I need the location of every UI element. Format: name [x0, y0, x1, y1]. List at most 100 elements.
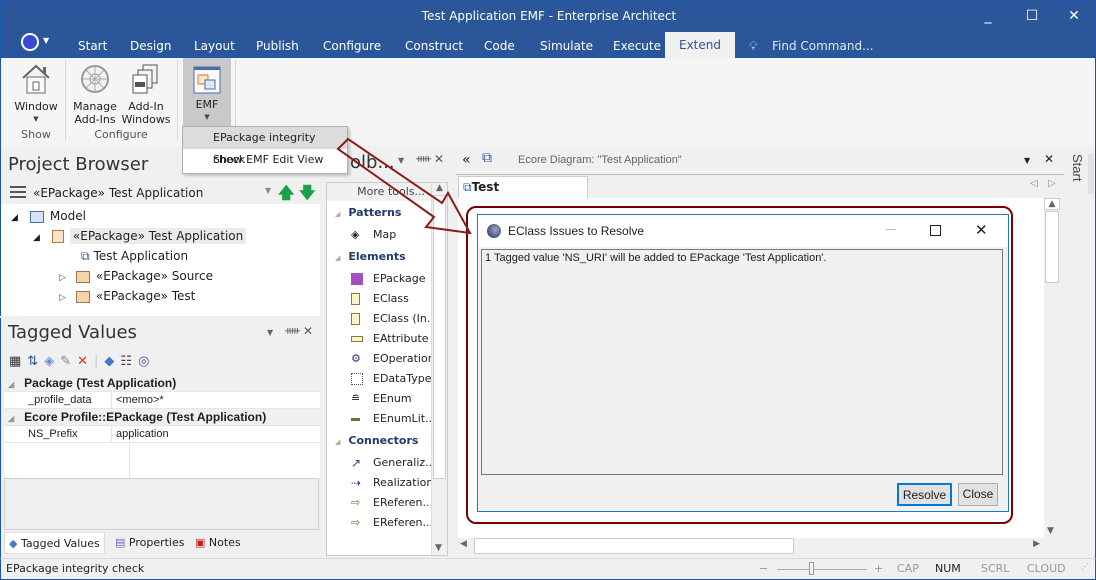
zoom-slider-handle[interactable] — [809, 562, 814, 575]
toolbox-item-eclass-interface[interactable]: EClass (In... — [327, 309, 447, 329]
tab-layout[interactable]: Layout — [194, 35, 235, 59]
zoom-in-icon[interactable]: + — [874, 562, 883, 575]
scroll-right-icon[interactable]: ▶ — [1033, 539, 1040, 549]
close-diagram-icon[interactable]: ✕ — [1044, 152, 1054, 166]
scroll-up-icon[interactable]: ▲ — [1044, 198, 1060, 210]
category-row[interactable]: ◢ Ecore Profile::EPackage (Test Applicati… — [4, 409, 320, 426]
tab-scroll-left-icon[interactable]: ◁ — [1030, 178, 1038, 189]
app-logo-icon[interactable] — [21, 33, 39, 51]
tab-extend[interactable]: Extend — [665, 32, 735, 59]
new-tag-icon[interactable]: ◈ — [44, 354, 60, 369]
tag-row[interactable]: _profile_data <memo>* — [4, 392, 320, 409]
scroll-thumb[interactable] — [474, 538, 794, 554]
bottom-tab-tagged-values[interactable]: ◆ Tagged Values — [4, 532, 105, 554]
tree-item-epackage-source[interactable]: ▷ «EPackage» Source — [1, 266, 321, 286]
toolbox-item-epackage[interactable]: EPackage — [327, 269, 447, 289]
toolbox-item-eenum[interactable]: ≘ EEnum — [327, 389, 447, 409]
issue-item[interactable]: 1 Tagged value 'NS_URI' will be added to… — [482, 250, 1002, 266]
tab-design[interactable]: Design — [130, 35, 171, 59]
zoom-slider[interactable] — [777, 569, 867, 570]
tree-item-epackage-test-application[interactable]: ◢ «EPackage» Test Application — [1, 226, 321, 246]
pin-icon[interactable]: ᚔ — [285, 324, 300, 337]
close-panel-icon[interactable]: ✕ — [303, 324, 313, 338]
toolbox-item-ereference[interactable]: ⇨ EReferen... — [327, 493, 447, 513]
bottom-tab-notes[interactable]: ▣ Notes — [191, 532, 245, 554]
dialog-maximize-button[interactable] — [930, 225, 941, 236]
toolbox-item-eoperation[interactable]: ⚙ EOperation — [327, 349, 447, 369]
horizontal-scrollbar[interactable]: ◀ ▶ — [458, 538, 1044, 554]
issues-list[interactable]: 1 Tagged value 'NS_URI' will be added to… — [481, 249, 1003, 475]
close-button[interactable]: ✕ — [1059, 5, 1089, 27]
resize-grip-icon[interactable]: ⋰ — [1081, 562, 1089, 571]
toolbox-item-realization[interactable]: ⇢ Realization — [327, 473, 447, 493]
tree-item-test-application-diagram[interactable]: ⧉ Test Application — [1, 246, 321, 266]
eclass-icon — [351, 313, 360, 325]
tab-configure[interactable]: Configure — [323, 35, 381, 59]
help-icon[interactable]: ◎ — [138, 354, 155, 369]
collapsed-icon[interactable]: ▷ — [59, 293, 66, 303]
chevron-down-icon[interactable]: ▼ — [265, 186, 271, 195]
toolbox-item-eattribute[interactable]: EAttribute — [327, 329, 447, 349]
tab-execute[interactable]: Execute — [613, 35, 661, 59]
scroll-down-icon[interactable]: ▼ — [435, 543, 442, 553]
tab-construct[interactable]: Construct — [405, 35, 463, 59]
vertical-scrollbar[interactable]: ▲ ▼ — [1044, 198, 1060, 538]
chevron-down-icon[interactable]: ▼ — [267, 328, 273, 337]
toolbox-item-eclass[interactable]: EClass — [327, 289, 447, 309]
start-side-panel: Start — [1064, 146, 1096, 558]
toolbox-item-edatatype[interactable]: EDataType — [327, 369, 447, 389]
start-side-tab[interactable]: Start — [1070, 154, 1085, 181]
dialog-minimize-button[interactable] — [886, 229, 896, 230]
chevron-down-icon[interactable]: ▼ — [43, 36, 49, 45]
menu-item-show-emf-edit-view[interactable]: Show EMF Edit View — [183, 149, 347, 171]
tab-scroll-right-icon[interactable]: ▷ — [1048, 178, 1056, 189]
tab-simulate[interactable]: Simulate — [540, 35, 593, 59]
close-dialog-button[interactable]: Close — [958, 483, 998, 506]
maximize-button[interactable]: ☐ — [1017, 5, 1047, 27]
collapsed-icon[interactable]: ▷ — [59, 273, 66, 283]
expanded-icon[interactable]: ◢ — [33, 233, 40, 243]
toolbox-section-elements[interactable]: ◢ Elements — [327, 245, 447, 269]
toolbox-item-generalization[interactable]: ↗ Generaliz... — [327, 453, 447, 473]
side-scroll-thumb[interactable] — [1088, 154, 1094, 194]
category-row[interactable]: ◢ Package (Test Application) — [4, 375, 320, 392]
toolbox-item-eenumliteral[interactable]: EEnumLit... — [327, 409, 447, 429]
scroll-thumb[interactable] — [1045, 211, 1059, 283]
menu-item-epackage-integrity-check[interactable]: EPackage integrity check — [183, 127, 347, 166]
sort-az-icon[interactable]: ⇅ — [27, 354, 44, 369]
edit-icon[interactable]: ✎ — [60, 354, 77, 369]
tab-publish[interactable]: Publish — [256, 35, 299, 59]
tab-start[interactable]: Start — [78, 35, 107, 59]
move-up-icon[interactable]: 🡅 — [278, 182, 294, 209]
tree-item-epackage-test[interactable]: ▷ «EPackage» Test — [1, 286, 321, 306]
eclass-icon — [351, 293, 360, 305]
hamburger-menu-icon[interactable] — [10, 186, 26, 198]
tagged-values-toolbar: ▦⇅◈✎✕|◆☷◎ — [9, 354, 156, 369]
scroll-down-icon[interactable]: ▼ — [1047, 526, 1054, 536]
emf-button[interactable]: EMF ▼ — [183, 58, 231, 126]
chevron-down-icon[interactable]: ▼ — [1024, 156, 1030, 165]
checklist-icon[interactable]: ☷ — [120, 354, 138, 369]
tree-item-model[interactable]: ◢ Model — [1, 206, 321, 226]
move-down-icon[interactable]: 🡇 — [299, 182, 315, 209]
minimize-button[interactable]: _ — [973, 5, 1003, 27]
expanded-icon[interactable]: ◢ — [11, 213, 18, 223]
toolbox-section-connectors[interactable]: ◢ Connectors — [327, 429, 447, 453]
emf-icon — [193, 66, 221, 94]
tag-row[interactable]: NS_Prefix application — [4, 426, 320, 443]
zoom-out-icon[interactable]: − — [759, 562, 768, 575]
scroll-left-icon[interactable]: ◀ — [460, 539, 467, 549]
tag-icon[interactable]: ◆ — [104, 354, 120, 369]
resolve-button[interactable]: Resolve — [897, 483, 952, 506]
window-button[interactable]: Window ▼ — [11, 60, 61, 126]
tab-code[interactable]: Code — [484, 35, 515, 59]
categorized-icon[interactable]: ▦ — [9, 354, 27, 369]
toolbox-item-ereference-2[interactable]: ⇨ EReferen... — [327, 513, 447, 533]
bottom-tab-properties[interactable]: ▤ Properties — [111, 532, 188, 554]
title-bar: Test Application EMF - Enterprise Archit… — [0, 0, 1096, 59]
find-command-input[interactable]: Find Command... — [772, 35, 874, 59]
delete-icon[interactable]: ✕ — [77, 354, 94, 369]
dialog-close-button[interactable]: ✕ — [975, 221, 988, 239]
addin-windows-button[interactable]: Add-In Windows — [121, 60, 171, 126]
manage-addins-button[interactable]: Manage Add-Ins — [71, 60, 119, 126]
